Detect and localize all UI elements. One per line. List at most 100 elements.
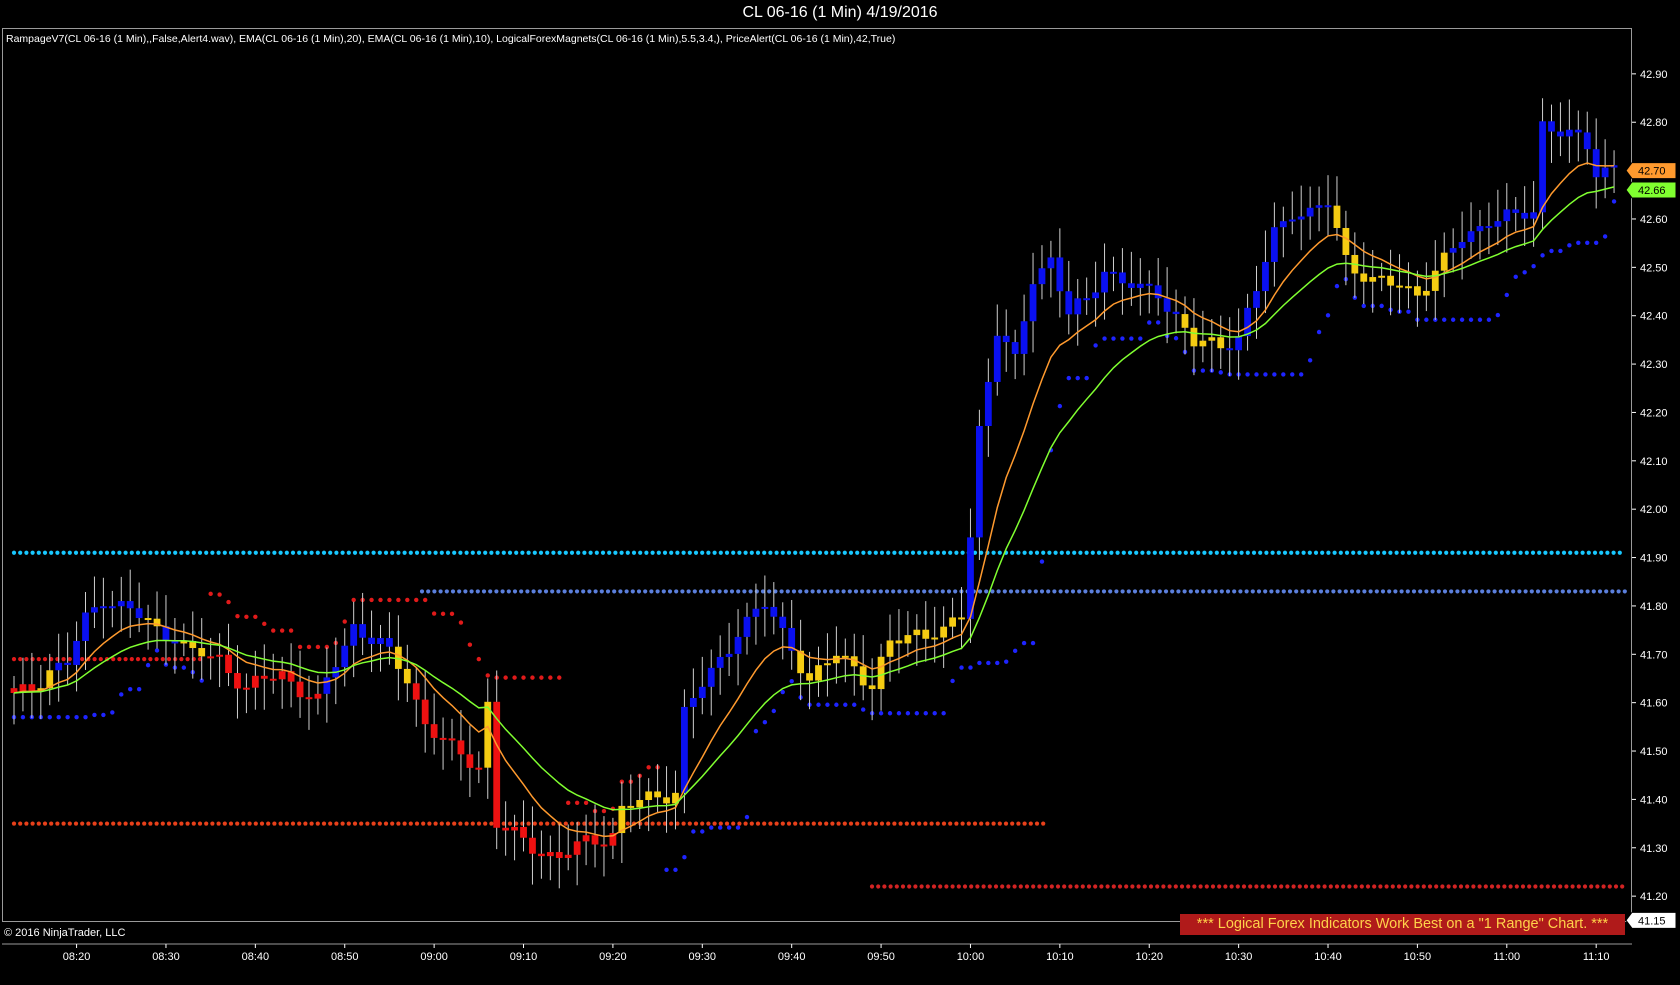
trail-dot	[405, 597, 410, 603]
magnet-dot	[867, 821, 872, 826]
magnet-dot	[793, 821, 798, 826]
trail-dot	[414, 597, 419, 603]
magnet-dot	[321, 550, 327, 555]
magnet-dot	[1121, 550, 1126, 555]
trail-dot	[1093, 343, 1098, 348]
trail-dot	[789, 678, 794, 684]
magnet-dot	[166, 550, 172, 555]
magnet-dot	[117, 550, 122, 555]
candle-body	[466, 754, 474, 768]
magnet-dot	[135, 550, 141, 555]
magnet-dot	[352, 550, 358, 555]
candle-body	[958, 617, 965, 620]
magnet-dot	[867, 550, 872, 555]
magnet-dot	[1418, 589, 1423, 594]
magnet-dot	[166, 821, 172, 826]
magnet-dot	[216, 821, 221, 826]
magnet-dot	[1223, 884, 1228, 889]
magnet-dot	[656, 821, 661, 826]
magnet-dot	[1450, 550, 1455, 555]
magnet-dot	[1620, 884, 1625, 889]
magnet-dot	[1080, 884, 1085, 889]
magnet-dot	[674, 589, 679, 594]
magnet-dot	[1613, 884, 1619, 889]
trail-dot	[1567, 243, 1572, 248]
magnet-dot	[922, 589, 927, 594]
magnet-dot	[1511, 589, 1516, 594]
trail-dot	[1611, 199, 1617, 204]
magnet-dot	[755, 550, 761, 555]
magnet-dot	[816, 589, 821, 594]
magnet-dot	[938, 884, 943, 889]
x-tick-label: 10:00	[957, 951, 985, 963]
x-tick-label: 10:50	[1404, 951, 1432, 963]
magnet-dot	[944, 884, 949, 889]
magnet-dot	[680, 589, 685, 594]
magnet-dot	[662, 550, 668, 555]
magnet-dot	[1201, 589, 1206, 594]
magnet-dot	[1605, 550, 1610, 555]
magnet-dot	[966, 821, 971, 826]
magnet-dot	[49, 821, 54, 826]
candlestick-chart[interactable]: 42.90 42.80 42.70 42.60 42.50 42.40 42.30 42.20…	[0, 0, 1680, 985]
magnet-dot	[1022, 550, 1027, 555]
magnet-dot	[1109, 550, 1114, 555]
magnet-dot	[935, 821, 940, 826]
magnet-dot	[917, 821, 922, 826]
magnet-dot	[907, 884, 912, 889]
candle-body	[1119, 272, 1126, 284]
trail-dot	[664, 867, 669, 873]
magnet-dot	[1514, 884, 1519, 889]
magnet-dot	[1047, 550, 1052, 555]
magnet-dot	[898, 550, 903, 555]
magnet-dot	[607, 821, 612, 826]
candle-body	[28, 684, 36, 691]
magnet-dot	[1000, 884, 1005, 889]
magnet-dot	[1041, 550, 1046, 555]
magnet-dot	[1295, 550, 1300, 555]
magnet-dot	[1140, 550, 1145, 555]
candle-body	[984, 381, 992, 426]
y-tick-label: 41.40	[1640, 794, 1668, 806]
magnet-dot	[903, 589, 908, 594]
magnet-dot	[402, 821, 407, 826]
y-tick-label: 42.50	[1640, 262, 1668, 274]
magnet-dot	[36, 821, 41, 826]
magnet-dot	[1475, 550, 1480, 555]
promo-banner[interactable]: *** Logical Forex Indicators Work Best o…	[1180, 914, 1625, 935]
magnet-dot	[1573, 589, 1578, 594]
magnet-dot	[1188, 589, 1193, 594]
magnet-dot	[154, 821, 159, 826]
candle-body	[1431, 270, 1439, 291]
magnet-dot	[334, 821, 339, 826]
magnet-dot	[309, 821, 314, 826]
magnet-dot	[892, 821, 897, 826]
candle-body	[457, 740, 465, 755]
magnet-dot	[1263, 589, 1268, 594]
magnet-dot	[915, 589, 921, 594]
magnet-dot	[638, 550, 643, 555]
candle-body	[198, 648, 206, 657]
candle-body	[770, 606, 778, 617]
magnet-dot	[36, 550, 41, 555]
magnet-dot	[1341, 884, 1346, 889]
candle-body	[1074, 298, 1082, 315]
magnet-dot	[1529, 589, 1534, 594]
trail-dot	[1039, 559, 1045, 564]
candle-body	[940, 626, 948, 638]
magnet-dot	[507, 550, 513, 555]
magnet-dot	[1359, 884, 1364, 889]
magnet-dot	[1202, 550, 1207, 555]
y-tick-label: 42.90	[1640, 69, 1668, 81]
trail-dot	[1558, 248, 1563, 254]
magnet-dot	[1331, 589, 1336, 594]
price-marker-label: 42.66	[1638, 185, 1666, 197]
magnet-dot	[1307, 550, 1312, 555]
magnet-dot	[996, 589, 1001, 594]
y-tick-label: 41.60	[1640, 698, 1668, 710]
magnet-dot	[931, 884, 937, 889]
magnet-dot	[836, 821, 841, 826]
magnet-dot	[543, 589, 549, 594]
trail-dot	[1272, 372, 1277, 377]
magnet-dot	[898, 821, 903, 826]
